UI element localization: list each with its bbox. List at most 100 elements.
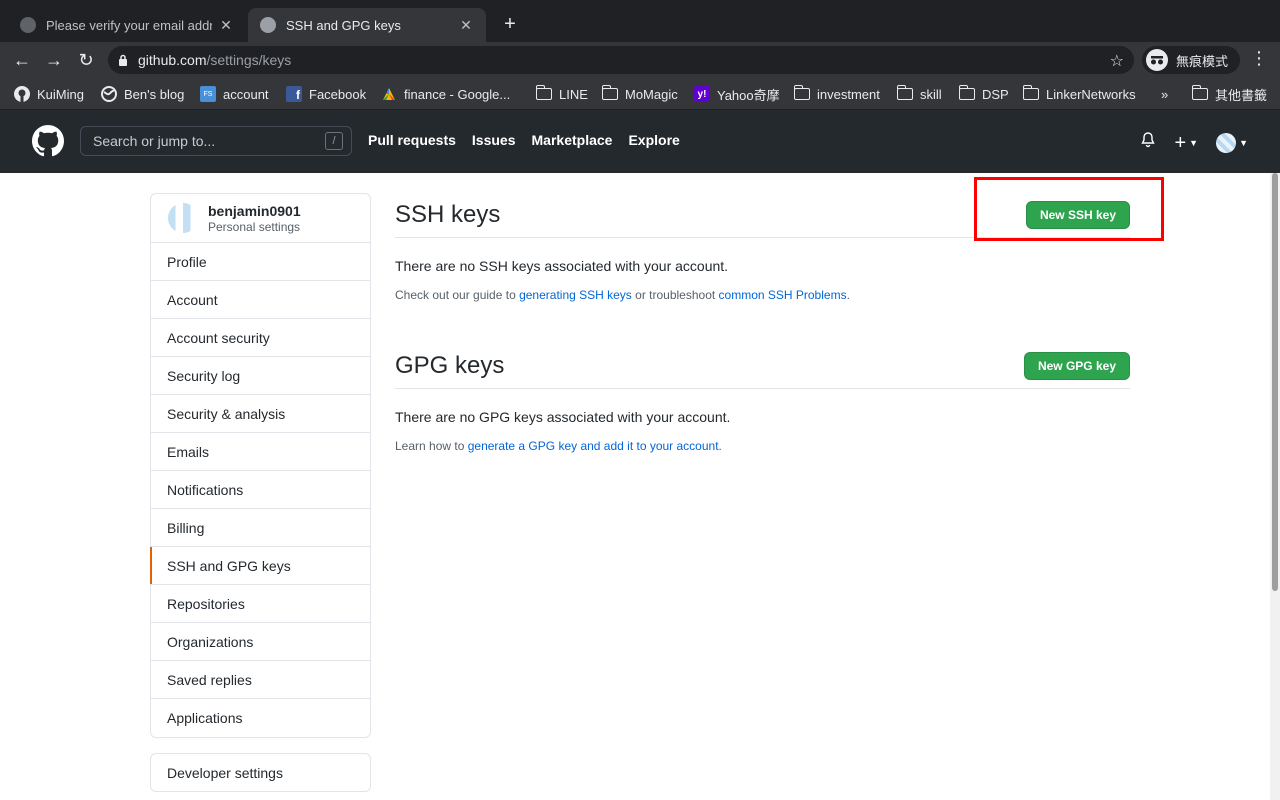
url-path: /settings/keys bbox=[206, 52, 292, 68]
bookmark-item[interactable]: Ben's blog bbox=[101, 83, 184, 105]
bookmark-item[interactable]: KuiMing bbox=[14, 83, 84, 105]
sidebar-subtitle: Personal settings bbox=[208, 219, 301, 234]
browser-menu-icon[interactable]: ⋮ bbox=[1250, 48, 1268, 69]
sidebar-item-security-analysis[interactable]: Security & analysis bbox=[151, 395, 370, 433]
bookmark-label: investment bbox=[817, 86, 880, 102]
tab-close-icon[interactable]: ✕ bbox=[458, 17, 474, 34]
scrollbar-thumb[interactable] bbox=[1272, 173, 1278, 591]
nav-issues[interactable]: Issues bbox=[472, 132, 516, 148]
folder-icon bbox=[793, 85, 810, 102]
generate-gpg-key-link[interactable]: generate a GPG key and add it to your ac… bbox=[468, 439, 719, 453]
nav-pull-requests[interactable]: Pull requests bbox=[368, 132, 456, 148]
back-arrow-icon[interactable]: ← bbox=[6, 46, 38, 74]
keys-main: SSH keys New SSH key There are no SSH ke… bbox=[395, 193, 1130, 453]
new-gpg-key-button[interactable]: New GPG key bbox=[1023, 352, 1130, 380]
globe-icon bbox=[101, 86, 117, 102]
username: benjamin0901 bbox=[208, 202, 301, 219]
gpg-keys-title: GPG keys bbox=[395, 352, 505, 379]
browser-toolbar: ← → ↻ github.com/settings/keys ☆ 無痕模式 ⋮ bbox=[0, 42, 1280, 78]
github-nav: Pull requests Issues Marketplace Explore bbox=[368, 132, 680, 148]
hint-text: Learn how to bbox=[395, 439, 468, 453]
bookmark-label: 其他書籤 bbox=[1215, 87, 1268, 103]
sheets-icon bbox=[381, 86, 397, 102]
bookmarks-overflow-icon[interactable]: » bbox=[1161, 83, 1168, 105]
bookmark-label: LinkerNetworks bbox=[1046, 86, 1136, 102]
folder-icon bbox=[601, 85, 618, 102]
generating-ssh-keys-link[interactable]: generating SSH keys bbox=[519, 288, 632, 302]
sidebar-item-repositories[interactable]: Repositories bbox=[151, 585, 370, 623]
bookmark-label: Yahoo奇摩 bbox=[717, 87, 780, 103]
bookmark-folder-other[interactable]: 其他書籤 bbox=[1191, 83, 1268, 105]
create-new-dropdown[interactable]: + ▼ bbox=[1174, 131, 1199, 154]
sidebar-item-notifications[interactable]: Notifications bbox=[151, 471, 370, 509]
common-ssh-problems-link[interactable]: common SSH Problems bbox=[719, 288, 847, 302]
lock-icon bbox=[108, 54, 138, 66]
user-menu-dropdown[interactable]: ▼ bbox=[1216, 132, 1248, 153]
folder-icon bbox=[958, 85, 975, 102]
bookmark-label: LINE bbox=[559, 86, 588, 102]
nav-marketplace[interactable]: Marketplace bbox=[532, 132, 613, 148]
sidebar-item-applications[interactable]: Applications bbox=[151, 699, 370, 737]
hint-text: . bbox=[718, 439, 722, 453]
bookmark-folder[interactable]: LINE bbox=[535, 83, 588, 105]
avatar bbox=[168, 203, 198, 233]
bookmark-item[interactable]: f Facebook bbox=[286, 83, 366, 105]
bookmark-folder[interactable]: MoMagic bbox=[601, 83, 678, 105]
ssh-keys-title: SSH keys bbox=[395, 201, 501, 228]
url-text: github.com/settings/keys bbox=[138, 52, 291, 68]
github-logo-icon[interactable] bbox=[32, 125, 64, 157]
sidebar-item-emails[interactable]: Emails bbox=[151, 433, 370, 471]
tab-title: Please verify your email address bbox=[46, 17, 212, 33]
plus-icon: + bbox=[1174, 131, 1187, 154]
forward-arrow-icon[interactable]: → bbox=[38, 46, 70, 74]
reload-icon[interactable]: ↻ bbox=[70, 46, 102, 74]
yahoo-icon: y! bbox=[694, 86, 710, 102]
bell-icon[interactable] bbox=[1140, 132, 1156, 153]
github-header: Search or jump to... / Pull requests Iss… bbox=[0, 110, 1280, 173]
browser-tab-active[interactable]: SSH and GPG keys ✕ bbox=[248, 8, 486, 42]
sidebar-item-account[interactable]: Account bbox=[151, 281, 370, 319]
incognito-indicator[interactable]: 無痕模式 bbox=[1142, 46, 1240, 74]
sidebar-item-billing[interactable]: Billing bbox=[151, 509, 370, 547]
hint-text: . bbox=[846, 288, 850, 302]
sidebar-item-account-security[interactable]: Account security bbox=[151, 319, 370, 357]
folder-icon bbox=[1022, 85, 1039, 102]
sidebar-item-ssh-gpg-keys[interactable]: SSH and GPG keys bbox=[150, 547, 370, 585]
search-shortcut-key: / bbox=[325, 132, 343, 150]
sidebar-item-organizations[interactable]: Organizations bbox=[151, 623, 370, 661]
nav-explore[interactable]: Explore bbox=[628, 132, 679, 148]
sidebar-item-profile[interactable]: Profile bbox=[151, 243, 370, 281]
bookmark-star-icon[interactable]: ☆ bbox=[1110, 51, 1124, 71]
gpg-hint: Learn how to generate a GPG key and add … bbox=[395, 439, 1130, 453]
sidebar-profile-header[interactable]: benjamin0901 Personal settings bbox=[151, 194, 370, 243]
search-input[interactable]: Search or jump to... / bbox=[80, 126, 352, 156]
sidebar-item-developer-settings[interactable]: Developer settings bbox=[150, 753, 371, 792]
sidebar-item-security-log[interactable]: Security log bbox=[151, 357, 370, 395]
bookmark-folder[interactable]: DSP bbox=[958, 83, 1009, 105]
bookmark-folder[interactable]: skill bbox=[896, 83, 942, 105]
gpg-keys-header: GPG keys New GPG key bbox=[395, 344, 1130, 389]
incognito-label: 無痕模式 bbox=[1176, 53, 1229, 69]
bookmark-folder[interactable]: LinkerNetworks bbox=[1022, 83, 1136, 105]
new-tab-icon[interactable]: + bbox=[498, 12, 522, 36]
bookmark-item[interactable]: y! Yahoo奇摩 bbox=[694, 83, 780, 105]
hint-text: Check out our guide to bbox=[395, 288, 520, 302]
chevron-down-icon: ▼ bbox=[1189, 137, 1199, 148]
github-favicon-icon bbox=[20, 17, 36, 33]
bookmark-label: DSP bbox=[982, 86, 1009, 102]
header-actions: + ▼ ▼ bbox=[1140, 132, 1248, 153]
bookmark-label: MoMagic bbox=[625, 86, 678, 102]
sidebar-item-saved-replies[interactable]: Saved replies bbox=[151, 661, 370, 699]
tab-close-icon[interactable]: ✕ bbox=[218, 17, 234, 34]
browser-tab[interactable]: Please verify your email address ✕ bbox=[8, 8, 246, 42]
bookmark-label: account bbox=[223, 86, 269, 102]
address-bar[interactable]: github.com/settings/keys ☆ bbox=[108, 46, 1134, 74]
page-scrollbar[interactable] bbox=[1270, 173, 1280, 800]
new-ssh-key-button[interactable]: New SSH key bbox=[1025, 201, 1130, 229]
bookmark-item[interactable]: finance - Google... bbox=[381, 83, 510, 105]
bookmark-item[interactable]: FS account bbox=[200, 83, 269, 105]
github-icon bbox=[14, 86, 30, 102]
bookmark-label: Facebook bbox=[309, 86, 367, 102]
bookmark-label: skill bbox=[920, 86, 942, 102]
bookmark-folder[interactable]: investment bbox=[793, 83, 880, 105]
